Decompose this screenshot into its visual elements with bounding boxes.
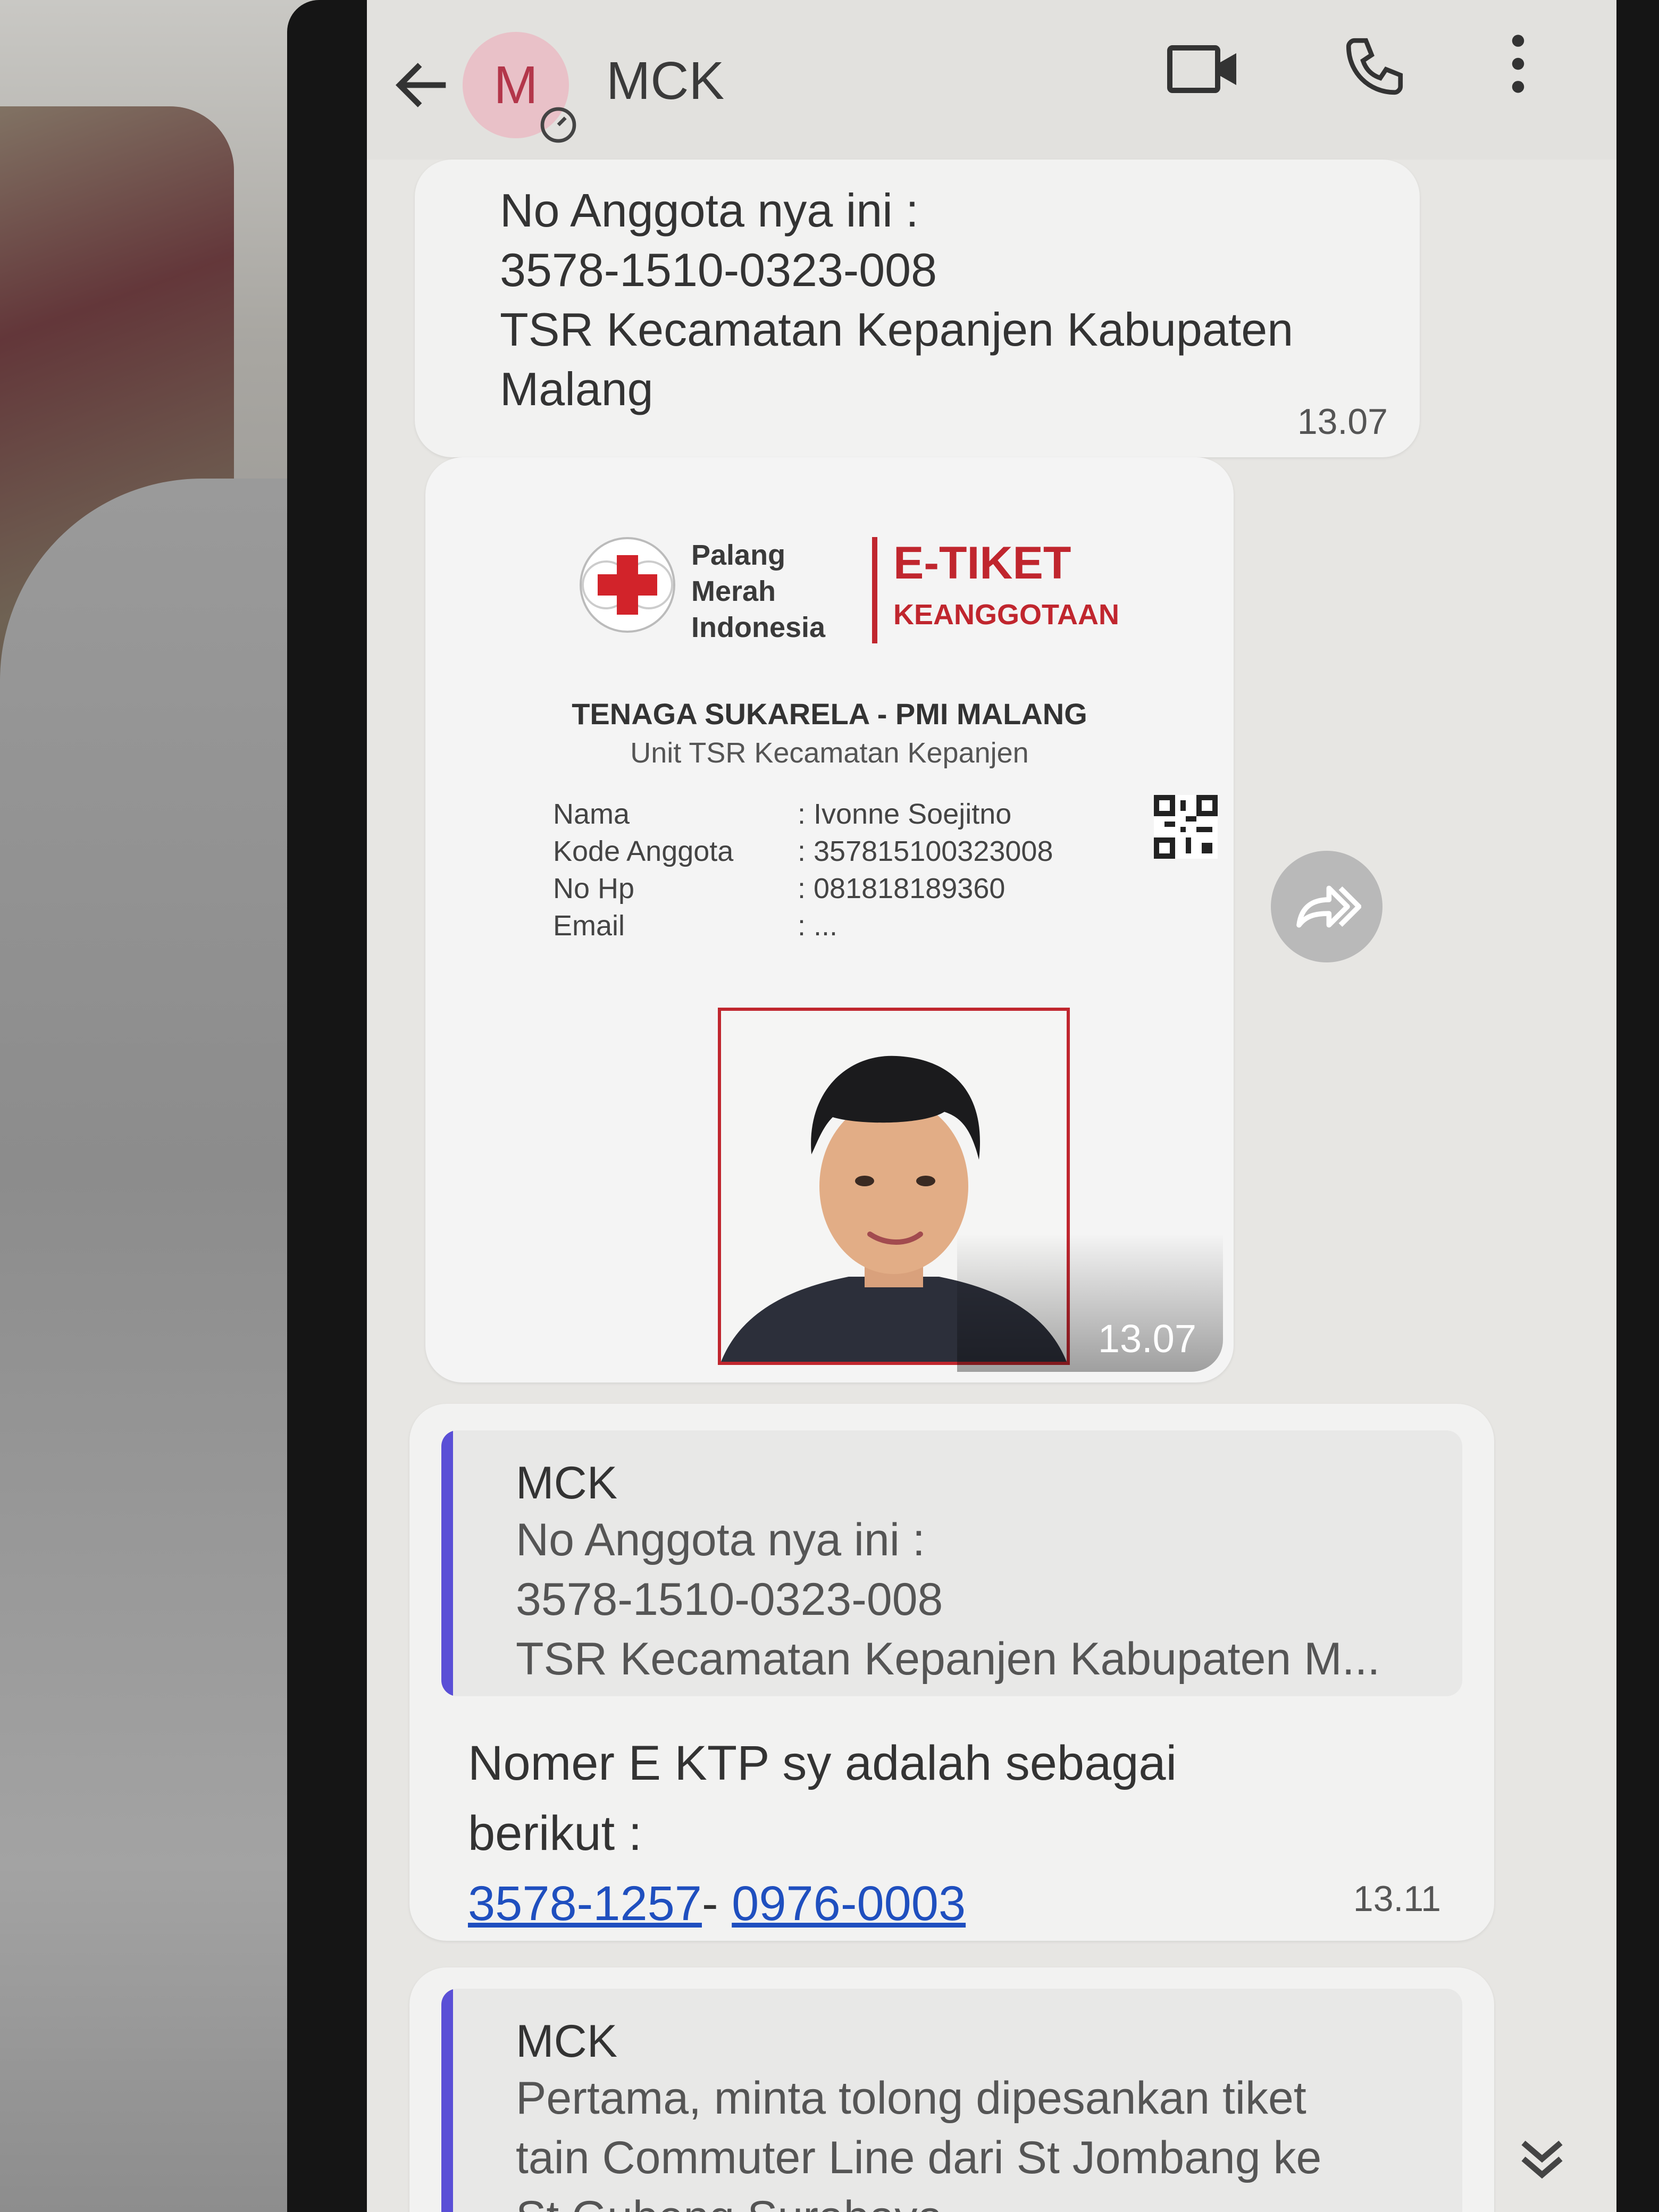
message-line: 3578-1510-0323-008	[500, 244, 937, 296]
background-sleeve	[0, 479, 319, 2212]
reply-accent-bar	[441, 1430, 453, 1696]
reply-text: Pertama, minta tolong dipesankan tiket t…	[516, 2073, 1322, 2212]
back-arrow-icon	[396, 63, 446, 107]
message-time: 13.11	[1353, 1879, 1441, 1919]
field-value: : Ivonne Soejitno	[798, 798, 1012, 830]
scroll-to-bottom-button[interactable]	[1510, 2127, 1574, 2191]
photo-background	[0, 0, 330, 2212]
video-call-button[interactable]	[1164, 37, 1244, 101]
ticket-subtitle: KEANGGOTAAN	[893, 599, 1119, 631]
back-button[interactable]	[388, 51, 457, 120]
message-time: 13.07	[1297, 401, 1388, 442]
ticket-heading: TENAGA SUKARELA - PMI MALANG	[572, 697, 1087, 731]
message-bubble[interactable]: MCK No Anggota nya ini : 3578-1510-0323-…	[409, 1404, 1494, 1941]
field-value: : 357815100323008	[798, 835, 1053, 867]
more-options-button[interactable]	[1494, 29, 1542, 98]
message-line: No Anggota nya ini :	[500, 184, 919, 237]
field-value: : 081818189360	[798, 873, 1006, 904]
field-label: Kode Anggota	[553, 835, 734, 867]
chat-title[interactable]: MCK	[606, 51, 724, 112]
phone-icon	[1346, 38, 1403, 95]
voice-call-button[interactable]	[1335, 32, 1414, 101]
reply-sender: MCK	[516, 1457, 618, 1509]
chat-header: M MCK	[367, 0, 1616, 160]
field-label: Nama	[553, 798, 630, 830]
message-line: TSR Kecamatan Kepanjen Kabupaten	[500, 303, 1294, 356]
reply-accent-bar	[441, 1989, 453, 2212]
avatar-letter: M	[493, 55, 538, 115]
message-text: Nomer E KTP sy adalah sebagai berikut : …	[468, 1728, 1425, 1939]
org-name: Palang Merah Indonesia	[691, 537, 851, 646]
reply-sender: MCK	[516, 2016, 618, 2067]
number-link[interactable]: 0976-0003	[732, 1876, 966, 1931]
message-bubble[interactable]: MCK Pertama, minta tolong dipesankan tik…	[409, 1967, 1494, 2212]
qr-code-icon	[1154, 795, 1218, 859]
org-name-line: Merah	[691, 575, 776, 607]
forward-button[interactable]	[1271, 851, 1382, 962]
ticket-unit: Unit TSR Kecamatan Kepanjen	[630, 737, 1029, 769]
field-label: No Hp	[553, 873, 635, 904]
field-value: : ...	[798, 910, 838, 942]
message-text: No Anggota nya ini : 3578-1510-0323-008 …	[500, 181, 1404, 419]
quoted-reply[interactable]: MCK No Anggota nya ini : 3578-1510-0323-…	[441, 1430, 1462, 1696]
reply-text: No Anggota nya ini : 3578-1510-0323-008 …	[516, 1514, 1380, 1685]
quoted-reply[interactable]: MCK Pertama, minta tolong dipesankan tik…	[441, 1989, 1462, 2212]
message-line: 3578-1257- 0976-0003	[468, 1869, 1425, 1939]
message-line: Nomer E KTP sy adalah sebagai	[468, 1736, 1177, 1790]
number-separator: -	[701, 1876, 732, 1931]
message-bubble[interactable]: No Anggota nya ini : 3578-1510-0323-008 …	[415, 160, 1420, 457]
ticket-title: E-TIKET	[893, 538, 1071, 589]
message-line: berikut :	[468, 1806, 642, 1861]
chat-screen: M MCK No Anggota nya ini: 3578-1510-032…	[367, 0, 1616, 2212]
org-name-line: Palang	[691, 539, 786, 571]
message-time: 13.07	[1097, 1317, 1196, 1361]
video-call-icon	[1167, 45, 1236, 93]
red-cross-icon	[580, 537, 675, 633]
chevron-double-down-icon	[1521, 2140, 1563, 2179]
more-vertical-icon	[1512, 35, 1524, 93]
title-divider	[872, 537, 877, 643]
timer-badge-icon	[540, 107, 576, 143]
field-label: Email	[553, 910, 625, 942]
image-message[interactable]: Palang Merah Indonesia E-TIKET KEANGGOTA…	[425, 457, 1234, 1382]
org-name-line: Indonesia	[691, 611, 826, 643]
forward-icon	[1296, 885, 1361, 928]
number-link[interactable]: 3578-1257	[468, 1876, 702, 1931]
message-line: Malang	[500, 363, 653, 415]
